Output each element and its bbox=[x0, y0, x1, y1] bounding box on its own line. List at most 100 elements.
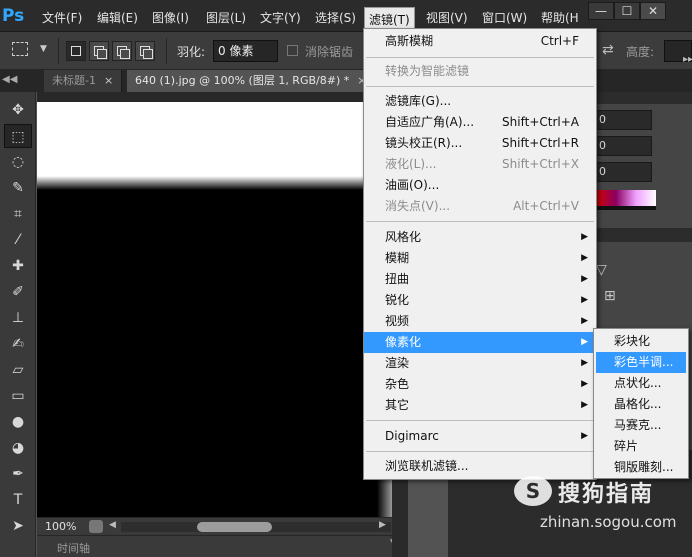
submenu-arrow-icon: ▶ bbox=[581, 358, 588, 368]
scrollbar-thumb[interactable] bbox=[197, 522, 272, 532]
menu-separator bbox=[366, 86, 594, 87]
menu-item-label: Digimarc bbox=[385, 429, 439, 443]
restore-button[interactable]: ☐ bbox=[614, 2, 640, 20]
submenu-item-facet[interactable]: 彩块化 bbox=[596, 331, 686, 352]
menu-item-lens-correction[interactable]: 镜头校正(R)... Shift+Ctrl+R bbox=[364, 133, 596, 154]
menu-select[interactable]: 选择(S) bbox=[311, 8, 360, 28]
menu-item-label: 高斯模糊 bbox=[385, 34, 434, 48]
submenu-item-mosaic[interactable]: 马赛克... bbox=[596, 415, 686, 436]
color-ramp[interactable] bbox=[596, 190, 656, 206]
canvas-gradient-edge bbox=[37, 176, 392, 190]
menu-item-video[interactable]: 视频 ▶ bbox=[364, 311, 596, 332]
type-tool-icon[interactable]: T bbox=[4, 488, 32, 512]
path-selection-tool-icon[interactable]: ➤ bbox=[4, 514, 32, 538]
intersect-selection-button[interactable] bbox=[135, 41, 155, 61]
brush-tool-icon[interactable]: ✐ bbox=[4, 280, 32, 304]
menu-item-label: 镜头校正(R)... bbox=[385, 136, 463, 150]
dodge-tool-icon[interactable]: ◕ bbox=[4, 436, 32, 460]
menu-item-browse-online-filters[interactable]: 浏览联机滤镜... bbox=[364, 456, 596, 477]
menu-layer[interactable]: 图层(L) bbox=[202, 8, 250, 28]
menu-item-gaussian-blur[interactable]: 高斯模糊 Ctrl+F bbox=[364, 31, 596, 52]
panel-collapse-icon[interactable]: ◀◀ bbox=[2, 74, 17, 85]
menu-item-shortcut: Alt+Ctrl+V bbox=[513, 199, 579, 213]
submenu-arrow-icon: ▶ bbox=[581, 431, 588, 441]
pen-tool-icon[interactable]: ✒ bbox=[4, 462, 32, 486]
eraser-tool-icon[interactable]: ▱ bbox=[4, 358, 32, 382]
minimize-button[interactable]: — bbox=[588, 2, 614, 20]
timeline-label[interactable]: 时间轴 bbox=[57, 540, 90, 556]
grid-icon[interactable]: ⊞ bbox=[604, 288, 616, 304]
menu-item-digimarc[interactable]: Digimarc ▶ bbox=[364, 426, 596, 447]
panel-value-field[interactable]: 0 bbox=[596, 162, 652, 182]
add-selection-icon-overlay bbox=[97, 49, 107, 59]
tab-label: 640 (1).jpg @ 100% (图层 1, RGB/8#) * bbox=[135, 74, 350, 87]
zoom-level[interactable]: 100% bbox=[45, 520, 76, 533]
right-panel-header bbox=[593, 92, 692, 104]
history-brush-tool-icon[interactable]: ✍ bbox=[4, 332, 32, 356]
scroll-right-icon[interactable]: ▶ bbox=[379, 520, 386, 530]
menu-item-sharpen[interactable]: 锐化 ▶ bbox=[364, 290, 596, 311]
swap-dimensions-icon[interactable]: ⇄ bbox=[602, 42, 614, 58]
menu-item-label: 液化(L)... bbox=[385, 157, 437, 171]
menu-file[interactable]: 文件(F) bbox=[38, 8, 86, 28]
move-tool-icon[interactable]: ✥ bbox=[4, 98, 32, 122]
scroll-left-icon[interactable]: ◀ bbox=[109, 520, 116, 530]
menu-item-pixelate[interactable]: 像素化 ▶ bbox=[364, 332, 596, 353]
menu-item-noise[interactable]: 杂色 ▶ bbox=[364, 374, 596, 395]
quick-selection-tool-icon[interactable]: ✎ bbox=[4, 176, 32, 200]
triangle-icon[interactable]: ▽ bbox=[596, 262, 607, 278]
filter-menu: 高斯模糊 Ctrl+F 转换为智能滤镜 滤镜库(G)... 自适应广角(A)..… bbox=[363, 28, 597, 480]
tool-preset-dropdown-icon[interactable]: ▼ bbox=[40, 44, 47, 54]
submenu-item-mezzotint[interactable]: 铜版雕刻... bbox=[596, 457, 686, 478]
new-selection-button[interactable] bbox=[66, 41, 86, 61]
feather-input[interactable]: 0 像素 bbox=[213, 40, 278, 62]
photoshop-logo-icon: Ps bbox=[2, 6, 25, 26]
menu-item-liquify: 液化(L)... Shift+Ctrl+X bbox=[364, 154, 596, 175]
submenu-item-fragment[interactable]: 碎片 bbox=[596, 436, 686, 457]
menu-item-label: 风格化 bbox=[385, 230, 422, 244]
menu-item-filter-gallery[interactable]: 滤镜库(G)... bbox=[364, 91, 596, 112]
crop-tool-icon[interactable]: ⌗ bbox=[4, 202, 32, 226]
canvas-black-region bbox=[37, 182, 392, 517]
tab-640-jpg[interactable]: 640 (1).jpg @ 100% (图层 1, RGB/8#) * × bbox=[127, 70, 376, 92]
menu-item-distort[interactable]: 扭曲 ▶ bbox=[364, 269, 596, 290]
menu-item-oil-paint[interactable]: 油画(O)... bbox=[364, 175, 596, 196]
healing-brush-tool-icon[interactable]: ✚ bbox=[4, 254, 32, 278]
submenu-arrow-icon: ▶ bbox=[581, 253, 588, 263]
panel-value-field[interactable]: 0 bbox=[596, 136, 652, 156]
menu-view[interactable]: 视图(V) bbox=[422, 8, 472, 28]
marquee-tool-icon[interactable]: ⬚ bbox=[4, 124, 32, 148]
menu-window[interactable]: 窗口(W) bbox=[478, 8, 531, 28]
panel-value-field[interactable]: 0 bbox=[596, 110, 652, 130]
submenu-item-crystallize[interactable]: 晶格化... bbox=[596, 394, 686, 415]
menu-item-other[interactable]: 其它 ▶ bbox=[364, 395, 596, 416]
menu-help[interactable]: 帮助(H bbox=[537, 8, 583, 28]
status-bar: 100% ◀ ▶ bbox=[37, 517, 397, 535]
antialias-checkbox[interactable] bbox=[287, 45, 298, 56]
menu-image[interactable]: 图像(I) bbox=[148, 8, 193, 28]
tab-close-icon[interactable]: × bbox=[104, 74, 113, 87]
document-canvas[interactable] bbox=[37, 92, 392, 517]
tab-untitled-1[interactable]: 未标题-1 × bbox=[44, 70, 123, 92]
add-selection-button[interactable] bbox=[89, 41, 109, 61]
menu-item-label: 消失点(V)... bbox=[385, 199, 451, 213]
panel-menu-icon[interactable]: ▸▸ bbox=[683, 54, 692, 65]
subtract-selection-button[interactable] bbox=[112, 41, 132, 61]
menu-item-convert-smart-filters: 转换为智能滤镜 bbox=[364, 61, 596, 82]
menu-edit[interactable]: 编辑(E) bbox=[93, 8, 142, 28]
submenu-item-color-halftone[interactable]: 彩色半调... bbox=[596, 352, 686, 373]
clone-stamp-tool-icon[interactable]: ⊥ bbox=[4, 306, 32, 330]
menu-item-stylize[interactable]: 风格化 ▶ bbox=[364, 227, 596, 248]
eyedropper-tool-icon[interactable]: ⁄ bbox=[4, 228, 32, 252]
submenu-item-pointillize[interactable]: 点状化... bbox=[596, 373, 686, 394]
gradient-tool-icon[interactable]: ▭ bbox=[4, 384, 32, 408]
menu-item-adaptive-wide-angle[interactable]: 自适应广角(A)... Shift+Ctrl+A bbox=[364, 112, 596, 133]
close-button[interactable]: ✕ bbox=[640, 2, 666, 20]
rectangular-marquee-icon[interactable] bbox=[12, 42, 28, 56]
menu-item-render[interactable]: 渲染 ▶ bbox=[364, 353, 596, 374]
lasso-tool-icon[interactable]: ◌ bbox=[4, 150, 32, 174]
document-info-icon[interactable] bbox=[89, 520, 103, 533]
menu-type[interactable]: 文字(Y) bbox=[256, 8, 305, 28]
blur-tool-icon[interactable]: ● bbox=[4, 410, 32, 434]
menu-item-blur[interactable]: 模糊 ▶ bbox=[364, 248, 596, 269]
